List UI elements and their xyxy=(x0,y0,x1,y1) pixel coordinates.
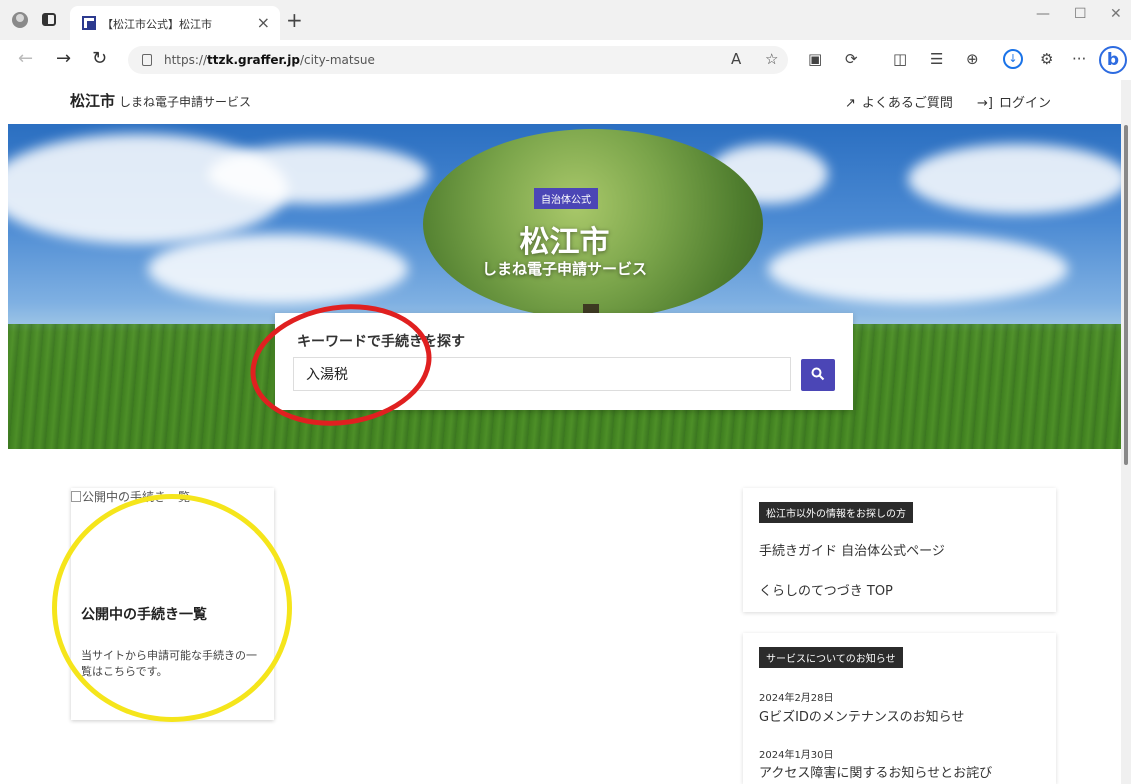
site-header: 松江市 しまね電子申請サービス ↗ よくあるご質問 →] ログイン xyxy=(0,80,1121,124)
url-field[interactable]: https://ttzk.graffer.jp/city-matsue xyxy=(128,46,788,74)
scrollbar-thumb[interactable] xyxy=(1124,125,1128,465)
external-link-icon: ↗ xyxy=(845,96,856,111)
url-text: https://ttzk.graffer.jp/city-matsue xyxy=(164,53,375,67)
close-tab-icon[interactable]: × xyxy=(257,13,270,32)
news-title-link[interactable]: アクセス障害に関するお知らせとお詫び xyxy=(759,762,992,781)
hero-cloud xyxy=(908,144,1121,214)
brand-city: 松江市 xyxy=(70,92,116,110)
site-favicon-icon xyxy=(82,16,96,30)
browser-tab[interactable]: 【松江市公式】松江市 × xyxy=(70,6,280,40)
reading-list-icon[interactable]: ☰ xyxy=(930,50,943,68)
news-tag: サービスについてのお知らせ xyxy=(759,647,903,668)
official-badge: 自治体公式 xyxy=(534,188,598,209)
kurashi-tetsuzuki-link[interactable]: くらしのてつづき TOP xyxy=(759,580,893,599)
browser-tab-strip: 【松江市公式】松江市 × + — ☐ ✕ xyxy=(0,0,1131,40)
hero-subtitle: しまね電子申請サービス xyxy=(481,260,647,278)
login-link[interactable]: →] ログイン xyxy=(977,92,1051,111)
minimize-icon[interactable]: — xyxy=(1036,6,1050,22)
search-button[interactable] xyxy=(801,359,835,391)
yellow-annotation-circle xyxy=(52,494,292,722)
back-icon[interactable]: ← xyxy=(18,48,33,69)
hero-cloud xyxy=(208,144,428,204)
new-tab-icon[interactable]: + xyxy=(286,8,303,32)
extensions-icon[interactable]: ⊕ xyxy=(966,50,979,68)
split-screen-icon[interactable]: ⟳ xyxy=(845,50,858,68)
lock-icon[interactable] xyxy=(142,54,152,66)
page-scrollbar[interactable] xyxy=(1121,80,1131,784)
news-date: 2024年1月30日 xyxy=(759,750,834,761)
site-brand[interactable]: 松江市 しまね電子申請サービス xyxy=(70,90,251,111)
news-title-link[interactable]: GビズIDのメンテナンスのお知らせ xyxy=(759,706,964,725)
forward-icon[interactable]: → xyxy=(56,48,71,69)
login-icon: →] xyxy=(977,96,993,111)
tab-title: 【松江市公式】松江市 xyxy=(102,18,212,31)
settings-icon[interactable]: ⚙ xyxy=(1040,50,1053,68)
search-icon xyxy=(811,367,825,380)
favorite-icon[interactable]: ☆ xyxy=(765,50,778,68)
tabs-icon[interactable] xyxy=(42,13,56,26)
maximize-icon[interactable]: ☐ xyxy=(1074,6,1087,22)
profile-icon[interactable] xyxy=(12,12,28,28)
brand-subtitle: しまね電子申請サービス xyxy=(119,95,252,109)
more-icon[interactable]: ··· xyxy=(1072,50,1086,68)
hero-title: 松江市 xyxy=(519,225,610,260)
collections-icon[interactable]: ▣ xyxy=(808,50,822,68)
other-info-box: 松江市以外の情報をお探しの方 手続きガイド 自治体公式ページ くらしのてつづき … xyxy=(743,488,1056,612)
favorites-list-icon[interactable]: ◫ xyxy=(893,50,907,68)
address-bar: ← → ↻ https://ttzk.graffer.jp/city-matsu… xyxy=(0,40,1131,80)
faq-link[interactable]: ↗ よくあるご質問 xyxy=(845,92,953,111)
reload-icon[interactable]: ↻ xyxy=(92,48,107,69)
other-info-tag: 松江市以外の情報をお探しの方 xyxy=(759,502,913,523)
news-box: サービスについてのお知らせ 2024年2月28日 GビズIDのメンテナンスのお知… xyxy=(743,633,1056,784)
download-icon[interactable]: ↓ xyxy=(1003,49,1023,69)
login-label: ログイン xyxy=(998,96,1051,111)
news-date: 2024年2月28日 xyxy=(759,693,834,704)
close-window-icon[interactable]: ✕ xyxy=(1110,6,1122,22)
read-aloud-icon[interactable]: A xyxy=(731,50,741,68)
broken-image-icon xyxy=(71,491,81,502)
procedure-guide-link[interactable]: 手続きガイド 自治体公式ページ xyxy=(759,540,945,559)
bing-icon[interactable]: b xyxy=(1099,46,1127,74)
faq-label: よくあるご質問 xyxy=(861,96,953,111)
